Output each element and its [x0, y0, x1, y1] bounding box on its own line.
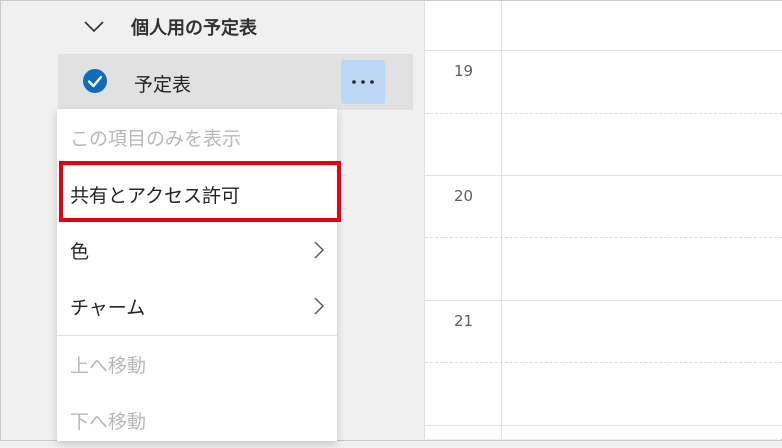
calendar-item-label: 予定表: [134, 74, 192, 96]
calendar-item-row[interactable]: 予定表: [58, 54, 413, 110]
half-hour-line: [425, 113, 782, 114]
group-header[interactable]: 個人用の予定表: [81, 11, 257, 43]
menu-item-label: この項目のみを表示: [70, 127, 242, 150]
checkmark-circle-icon[interactable]: [82, 68, 108, 94]
hour-line: [425, 425, 782, 426]
chevron-right-icon: [314, 297, 325, 315]
time-column-divider: [501, 1, 502, 439]
chevron-right-icon: [314, 241, 325, 259]
menu-item-label: 上へ移動: [70, 354, 147, 377]
half-hour-line: [425, 362, 782, 363]
calendar-context-menu: この項目のみを表示 共有とアクセス許可 色 チャーム 上へ移動 下へ移動: [57, 109, 337, 441]
hour-label: 19: [454, 62, 474, 80]
menu-item-move-down[interactable]: 下へ移動: [57, 392, 337, 448]
hour-label: 20: [454, 187, 474, 205]
hour-line: [425, 50, 782, 51]
half-hour-line: [425, 237, 782, 238]
group-title: 個人用の予定表: [131, 18, 257, 39]
time-grid: 19 20 21: [424, 1, 782, 439]
menu-item-charm[interactable]: チャーム: [57, 278, 337, 334]
menu-item-move-up[interactable]: 上へ移動: [57, 336, 337, 392]
highlight-box: [59, 161, 341, 222]
more-options-button[interactable]: [341, 60, 385, 104]
menu-item-label: 色: [70, 240, 90, 263]
menu-item-color[interactable]: 色: [57, 222, 337, 278]
hour-line: [425, 175, 782, 176]
hour-line: [425, 300, 782, 301]
hour-label: 21: [454, 312, 474, 330]
menu-item-show-only-this[interactable]: この項目のみを表示: [57, 109, 337, 165]
menu-item-label: チャーム: [70, 296, 146, 319]
ellipsis-icon: [352, 80, 374, 84]
menu-item-label: 下へ移動: [70, 410, 147, 433]
chevron-down-icon[interactable]: [81, 14, 107, 40]
